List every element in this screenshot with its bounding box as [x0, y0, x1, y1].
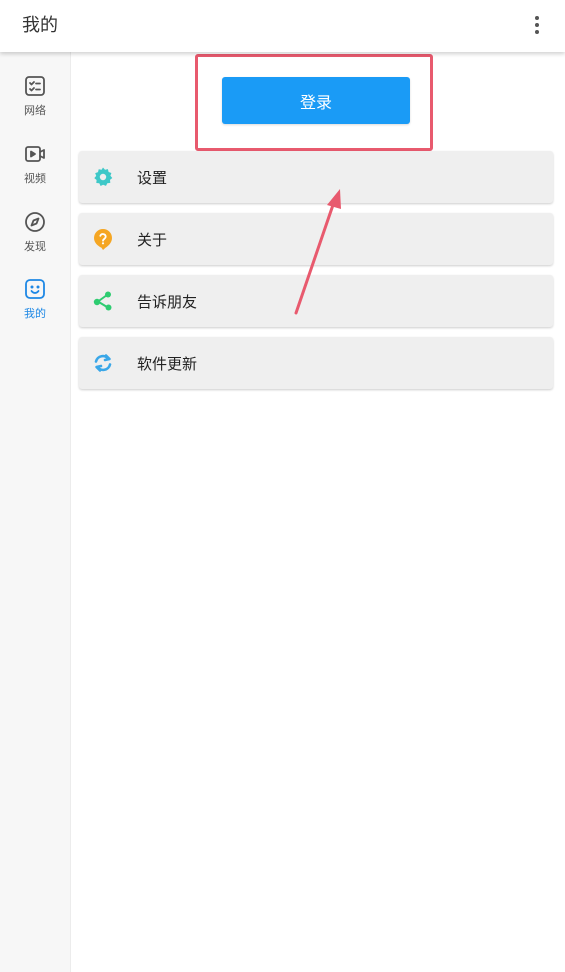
- dot-icon: [535, 16, 539, 20]
- nav-label: 网络: [24, 104, 46, 117]
- menu-item-settings[interactable]: 设置: [79, 151, 553, 203]
- menu-item-tell-friends[interactable]: 告诉朋友: [79, 275, 553, 327]
- question-icon: [94, 229, 112, 250]
- dot-icon: [535, 30, 539, 34]
- nav-item-me[interactable]: 我的: [0, 277, 70, 337]
- nav-item-discover[interactable]: 发现: [0, 210, 70, 270]
- menu-item-label: 设置: [137, 168, 168, 187]
- side-nav: 网络 视频 发现 我的: [0, 52, 71, 972]
- login-button[interactable]: 登录: [222, 77, 410, 124]
- menu-item-software-update[interactable]: 软件更新: [79, 337, 553, 389]
- checklist-icon: [25, 76, 45, 96]
- share-icon: [93, 291, 112, 311]
- compass-icon: [25, 212, 45, 232]
- nav-label: 我的: [24, 307, 46, 320]
- nav-label: 视频: [24, 172, 46, 185]
- smiley-icon: [25, 279, 45, 299]
- dot-icon: [535, 23, 539, 27]
- video-icon: [25, 146, 45, 162]
- menu-item-label: 软件更新: [137, 354, 198, 373]
- nav-label: 发现: [24, 240, 46, 253]
- nav-item-network[interactable]: 网络: [0, 74, 70, 134]
- page-title: 我的: [22, 15, 58, 36]
- app-bar: 我的: [0, 0, 565, 52]
- refresh-icon: [94, 354, 112, 372]
- more-options-button[interactable]: [525, 12, 549, 38]
- menu-item-label: 告诉朋友: [137, 292, 198, 311]
- gear-icon: [94, 167, 113, 186]
- nav-item-video[interactable]: 视频: [0, 142, 70, 202]
- menu-item-about[interactable]: 关于: [79, 213, 553, 265]
- menu-item-label: 关于: [137, 230, 168, 249]
